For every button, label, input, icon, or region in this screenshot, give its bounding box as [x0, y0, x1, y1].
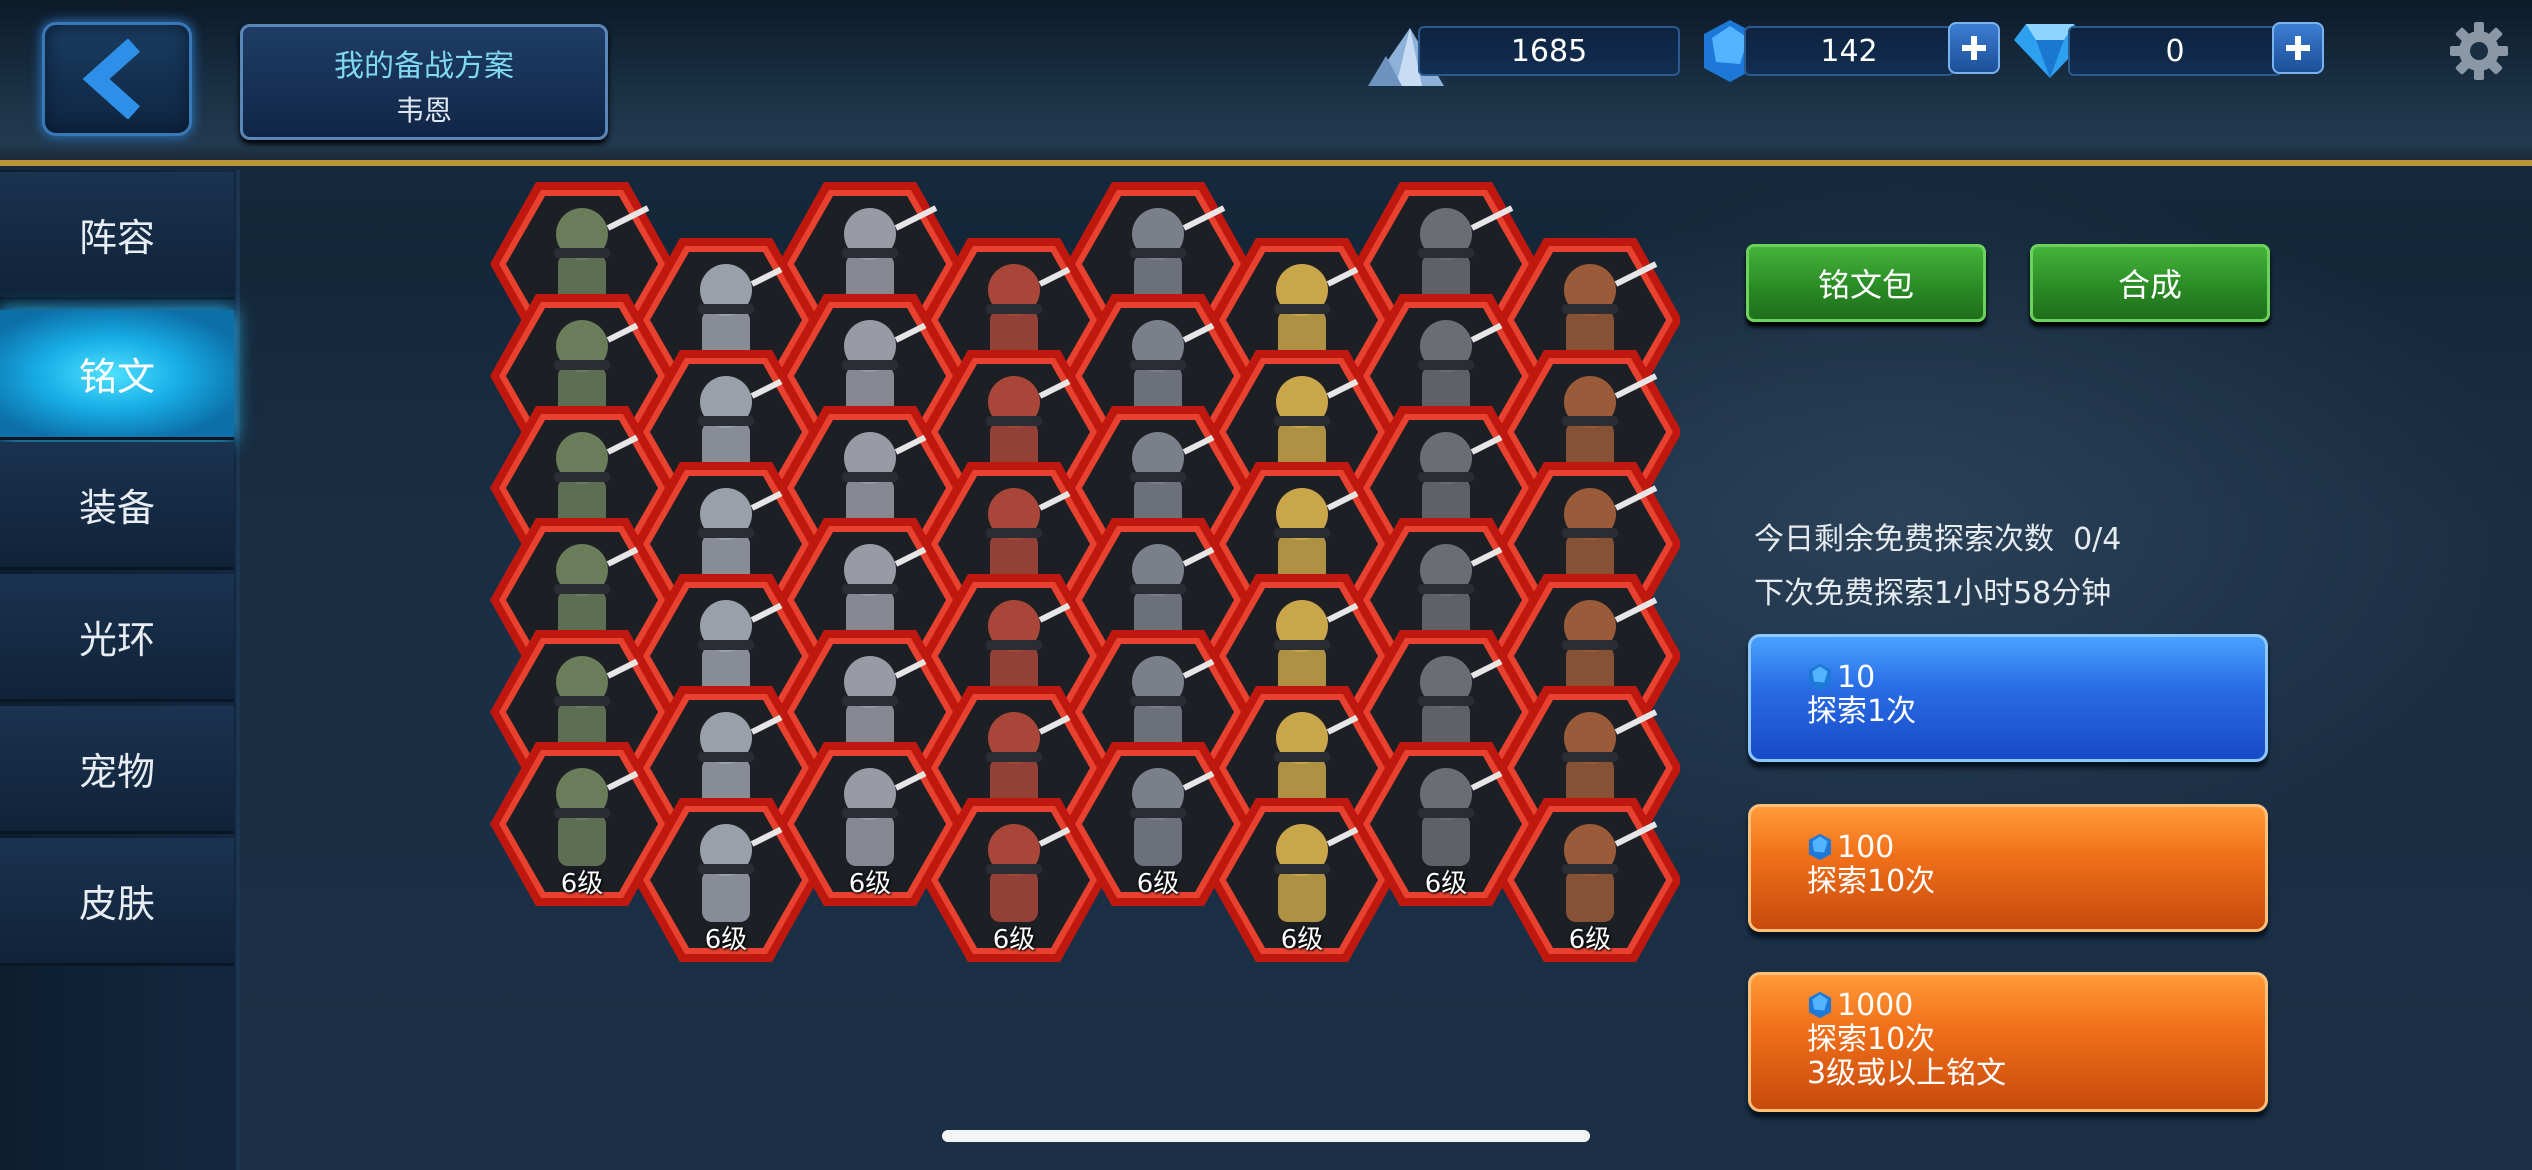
- tab-label: 装备: [78, 486, 155, 530]
- explore-label: 探索1次: [1807, 694, 1917, 729]
- tab-label: 铭文: [78, 355, 155, 399]
- merge-button[interactable]: 合成: [2030, 244, 2270, 322]
- tab-aura[interactable]: 光环: [0, 574, 234, 702]
- plus-icon: [2286, 36, 2310, 60]
- tab-label: 宠物: [78, 750, 155, 794]
- tab-label: 光环: [78, 618, 155, 662]
- tab-inscription[interactable]: 铭文: [0, 310, 234, 440]
- explore-10-button[interactable]: 100 探索10次: [1748, 804, 2268, 932]
- explore-label: 探索10次: [1807, 864, 1936, 899]
- explore-10-premium-button[interactable]: 1000 探索10次 3级或以上铭文: [1748, 972, 2268, 1112]
- plan-title: 我的备战方案: [334, 49, 514, 84]
- inscription-level: 6级: [1280, 925, 1324, 955]
- inscription-level: 6级: [704, 925, 748, 955]
- blue-gem-count: 142: [1744, 26, 1954, 76]
- blue-gem-icon: [1808, 833, 1832, 861]
- tab-label: 阵容: [78, 216, 155, 260]
- tab-pet[interactable]: 宠物: [0, 706, 234, 834]
- inscription-level: 6级: [1568, 925, 1612, 955]
- diamond-count: 0: [2068, 26, 2282, 76]
- plan-name: 韦恩: [395, 94, 452, 127]
- battle-plan-selector[interactable]: 我的备战方案 韦恩: [240, 24, 608, 140]
- back-button[interactable]: [42, 22, 192, 136]
- free-explore-remaining: 今日剩余免费探索次数 0/4: [1754, 514, 2121, 558]
- home-indicator: [942, 1130, 1590, 1142]
- chevron-left-icon: [82, 39, 141, 119]
- plus-icon: [1962, 36, 1986, 60]
- add-diamond-button[interactable]: [2272, 22, 2324, 74]
- sidebar: 阵容 铭文 装备 光环 宠物 皮肤: [0, 170, 240, 1170]
- top-bar: 我的备战方案 韦恩 1685 142 0: [0, 0, 2532, 166]
- inscription-level: 6级: [992, 925, 1036, 955]
- blue-gem-icon: [1808, 991, 1832, 1019]
- silver-crystal-count: 1685: [1418, 26, 1680, 76]
- explore-cost: 100: [1837, 830, 1895, 865]
- explore-1-button[interactable]: 10 探索1次: [1748, 634, 2268, 762]
- tab-label: 皮肤: [78, 882, 155, 926]
- add-blue-gem-button[interactable]: [1948, 22, 2000, 74]
- inscription-slot[interactable]: 6级: [1496, 794, 1680, 966]
- button-label: 铭文包: [1817, 266, 1914, 304]
- explore-label: 探索10次: [1807, 1022, 1936, 1057]
- free-remaining-value: 0/4: [2073, 522, 2122, 557]
- button-label: 合成: [2117, 266, 2182, 304]
- tab-equipment[interactable]: 装备: [0, 442, 234, 570]
- explore-cost: 10: [1837, 660, 1876, 695]
- inscription-pack-button[interactable]: 铭文包: [1746, 244, 1986, 322]
- blue-gem-icon: [1808, 663, 1832, 691]
- gear-icon[interactable]: [2448, 20, 2510, 82]
- explore-sublabel: 3级或以上铭文: [1807, 1056, 2007, 1091]
- next-free-explore: 下次免费探索1小时58分钟: [1754, 576, 2112, 611]
- free-remaining-label: 今日剩余免费探索次数: [1754, 522, 2054, 557]
- tab-skin[interactable]: 皮肤: [0, 838, 234, 966]
- inscription-grid: 6级6级6级6级6级6级6级6级6级6级6级6级6级6级6级6级6级6级6级6级…: [480, 178, 1680, 1170]
- explore-cost: 1000: [1837, 988, 1914, 1023]
- tab-lineup[interactable]: 阵容: [0, 172, 234, 300]
